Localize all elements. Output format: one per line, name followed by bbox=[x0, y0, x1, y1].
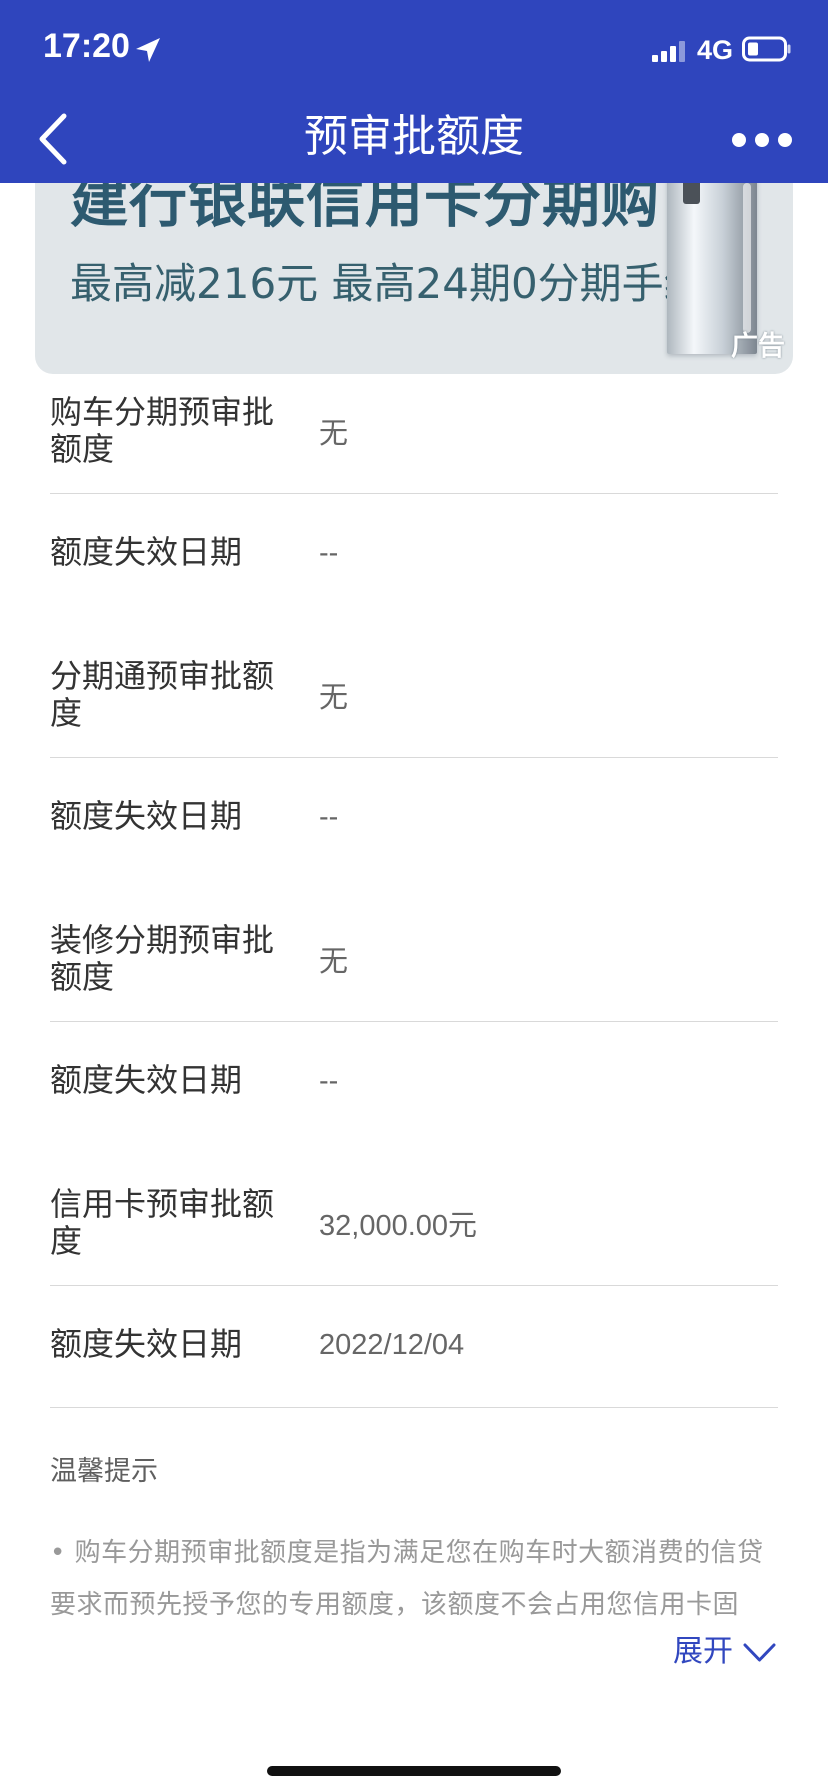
battery-icon bbox=[742, 36, 791, 62]
home-indicator bbox=[267, 1766, 561, 1776]
expiry-row: 额度失效日期 2022/12/04 bbox=[50, 1286, 778, 1408]
page-title: 预审批额度 bbox=[304, 111, 524, 162]
limit-value: 无 bbox=[319, 418, 349, 450]
expand-label: 展开 bbox=[673, 1634, 733, 1669]
limit-row: 装修分期预审批额度 无 bbox=[50, 902, 778, 1022]
expiry-label: 额度失效日期 bbox=[50, 1325, 243, 1363]
expiry-value: -- bbox=[319, 801, 339, 833]
chevron-down-icon bbox=[743, 1643, 776, 1662]
expiry-row: 额度失效日期 -- bbox=[50, 758, 778, 902]
expiry-label: 额度失效日期 bbox=[50, 797, 243, 835]
network-type: 4G bbox=[697, 35, 734, 65]
limit-value: 无 bbox=[319, 946, 349, 978]
limit-value: 32,000.00元 bbox=[319, 1210, 478, 1242]
status-time: 17:20 bbox=[43, 27, 130, 65]
limit-value: 无 bbox=[319, 682, 349, 714]
ad-label: 广告 bbox=[731, 331, 785, 362]
limit-row: 信用卡预审批额度 32,000.00元 bbox=[50, 1166, 778, 1286]
expiry-value: 2022/12/04 bbox=[319, 1329, 465, 1361]
expand-button[interactable]: 展开 bbox=[673, 1632, 778, 1672]
banner-subtitle: 最高减216元 最高24期0分期手续费 bbox=[70, 259, 748, 308]
cellular-signal-icon bbox=[652, 41, 685, 62]
pre-approval-limit-list: 购车分期预审批额度 无 额度失效日期 -- 分期通预审批额度 无 额度失效日期 … bbox=[50, 374, 778, 1408]
installment-promotion-banner[interactable]: 建行银联信用卡分期购 最高减216元 最高24期0分期手续费 广告 bbox=[35, 150, 793, 374]
expiry-label: 额度失效日期 bbox=[50, 1061, 243, 1099]
limit-row: 分期通预审批额度 无 bbox=[50, 638, 778, 758]
expiry-row: 额度失效日期 -- bbox=[50, 494, 778, 638]
expiry-value: -- bbox=[319, 1065, 339, 1097]
location-arrow-icon bbox=[136, 38, 160, 62]
limit-label: 装修分期预审批额度 bbox=[50, 921, 275, 996]
limit-label: 分期通预审批额度 bbox=[50, 657, 275, 732]
expiry-value: -- bbox=[319, 537, 339, 569]
limit-label: 信用卡预审批额度 bbox=[50, 1185, 275, 1260]
expiry-row: 额度失效日期 -- bbox=[50, 1022, 778, 1166]
pre-approval-limit-screen: 17:20 4G 预审批额度 建行银联信用卡分期购 最高减216元 最高24期0… bbox=[0, 0, 828, 1792]
limit-label: 购车分期预审批额度 bbox=[50, 393, 275, 468]
app-header: 17:20 4G 预审批额度 bbox=[0, 0, 828, 183]
friendly-tips: 温馨提示 • 购车分期预审批额度是指为满足您在购车时大额消费的信贷要求而预先授予… bbox=[50, 1452, 778, 1669]
tips-text: • 购车分期预审批额度是指为满足您在购车时大额消费的信贷要求而预先授予您的专用额… bbox=[50, 1538, 764, 1620]
limit-row: 购车分期预审批额度 无 bbox=[50, 374, 778, 494]
more-options-icon[interactable] bbox=[722, 120, 812, 160]
expiry-label: 额度失效日期 bbox=[50, 533, 243, 571]
tips-title: 温馨提示 bbox=[50, 1456, 158, 1487]
